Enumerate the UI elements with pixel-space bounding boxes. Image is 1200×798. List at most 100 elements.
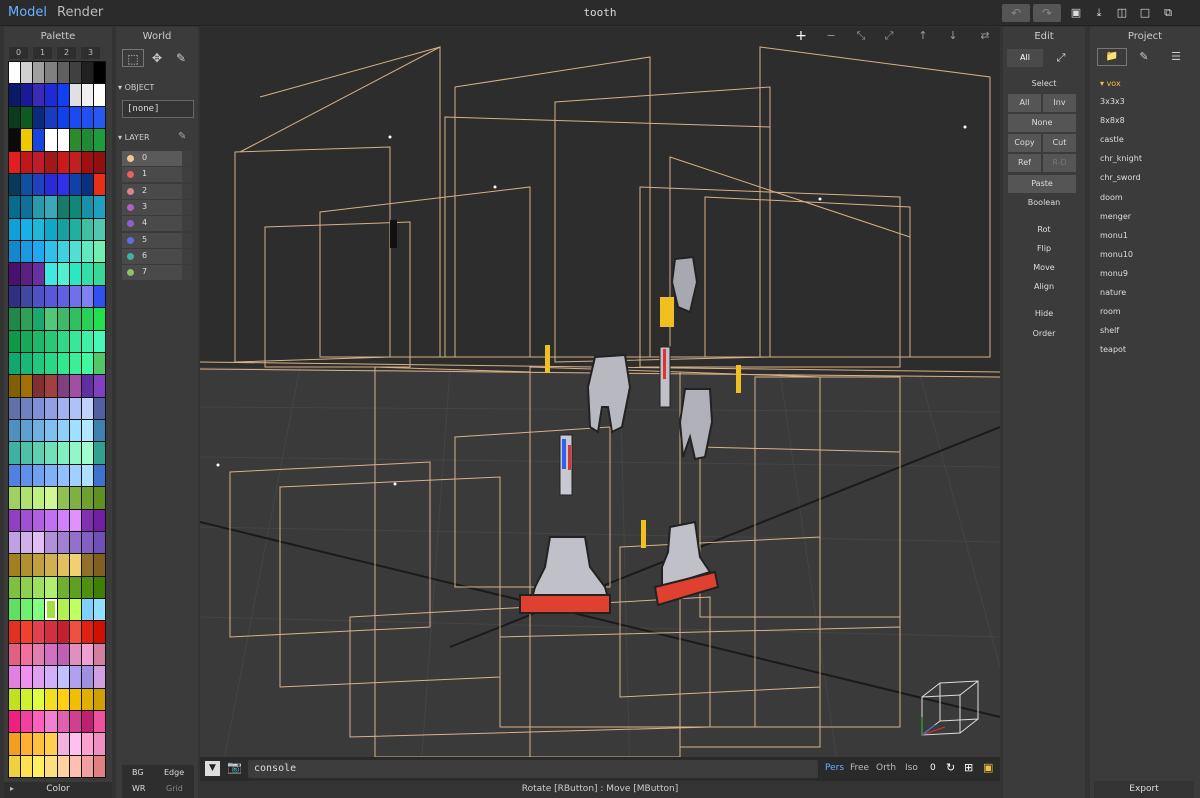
palette-swatch[interactable] [93,621,105,643]
layer-visibility-toggle[interactable] [182,248,192,264]
palette-swatch[interactable] [21,375,33,397]
palette-swatch[interactable] [45,106,57,129]
palette-swatch[interactable] [57,554,69,576]
palette-swatch[interactable] [93,710,105,733]
redo-icon[interactable]: ↷ [1033,4,1061,22]
hide-button[interactable]: Hide [1003,309,1085,318]
palette-swatch[interactable] [57,375,69,397]
project-file-item[interactable]: 8x8x8 [1100,116,1125,125]
palette-swatch[interactable] [57,263,69,285]
project-file-item[interactable]: nature [1100,288,1126,297]
layer-color-dot[interactable] [127,269,134,277]
project-file-item[interactable]: 3x3x3 [1100,97,1125,106]
new-file-icon[interactable]: □ [1137,4,1153,22]
palette-swatch[interactable] [45,352,57,375]
palette-swatch[interactable] [69,643,81,666]
list-tab-icon[interactable]: ☰ [1161,48,1191,66]
palette-swatch[interactable] [21,733,33,755]
palette-swatch[interactable] [57,420,69,442]
palette-swatch[interactable] [81,330,93,352]
palette-swatch[interactable] [45,621,57,643]
palette-swatch[interactable] [81,196,93,218]
palette-swatch[interactable] [9,621,21,643]
palette-swatch[interactable] [21,218,33,240]
palette-swatch[interactable] [9,263,21,285]
palette-swatch[interactable] [45,576,57,598]
palette-swatch[interactable] [9,688,21,710]
palette-swatch[interactable] [21,554,33,576]
layer-color-dot[interactable] [127,155,134,162]
layer-visibility-toggle[interactable] [182,183,192,199]
layer-section-header[interactable]: ▾ LAYER [118,133,150,142]
project-file-item[interactable]: chr_knight [1100,154,1142,163]
palette-swatch[interactable] [69,464,81,487]
layer-color-dot[interactable] [127,187,134,195]
palette-swatch[interactable] [81,531,93,554]
palette-swatch[interactable] [21,666,33,688]
select-all-button[interactable]: All [1008,94,1041,112]
palette-swatch[interactable] [81,733,93,755]
layer-color-dot[interactable] [127,236,134,244]
palette-swatch[interactable] [93,375,105,397]
palette-swatch[interactable] [93,330,105,352]
palette-swatch[interactable] [81,710,93,733]
palette-swatch[interactable] [21,688,33,710]
palette-swatch[interactable] [69,509,81,531]
palette-swatch[interactable] [45,509,57,531]
palette-swatch[interactable] [9,554,21,576]
palette-swatch[interactable] [33,621,45,643]
palette-swatch[interactable] [57,621,69,643]
layer-visibility-toggle[interactable] [182,232,192,248]
palette-swatch[interactable] [69,196,81,218]
palette-swatch[interactable] [69,554,81,576]
palette-swatch[interactable] [81,599,93,621]
palette-swatch[interactable] [33,688,45,710]
palette-swatch[interactable] [69,62,81,84]
palette-swatch[interactable] [45,218,57,240]
palette-swatch[interactable] [45,643,57,666]
palette-swatch[interactable] [9,576,21,598]
palette-swatch[interactable] [93,352,105,375]
collapse-icon[interactable]: ⤢ [876,27,902,45]
palette-swatch[interactable] [81,62,93,84]
swap-icon[interactable]: ⇄ [972,27,998,45]
palette-swatch[interactable] [33,442,45,464]
boolean-button[interactable]: Boolean [1003,198,1085,207]
layer-row[interactable]: 5 [122,232,192,248]
rotate-reset-icon[interactable]: ↻ [946,761,955,774]
palette-swatch[interactable] [57,218,69,240]
arrow-up-icon[interactable]: ↑ [910,27,936,45]
palette-swatch[interactable] [9,308,21,330]
palette-swatch[interactable] [69,218,81,240]
grid-toggle[interactable]: Grid [166,784,183,793]
palette-swatch[interactable] [81,375,93,397]
palette-swatch[interactable] [45,755,57,777]
palette-swatch[interactable] [93,241,105,263]
palette-swatch[interactable] [9,487,21,509]
palette-swatch[interactable] [57,285,69,308]
minus-icon[interactable]: − [818,27,844,45]
palette-swatch[interactable] [57,196,69,218]
palette-swatch[interactable] [93,531,105,554]
select-box-icon[interactable]: ⬚ [122,49,144,67]
palette-swatch[interactable] [33,106,45,129]
project-file-item[interactable]: monu9 [1100,269,1128,278]
palette-swatch[interactable] [33,129,45,151]
palette-swatch[interactable] [57,62,69,84]
palette-swatch[interactable] [57,710,69,733]
select-inv-button[interactable]: Inv [1043,94,1076,112]
project-file-item[interactable]: chr_sword [1100,173,1141,182]
palette-swatch[interactable] [21,397,33,419]
palette-swatch[interactable] [93,666,105,688]
palette-swatch[interactable] [45,263,57,285]
open-folder-icon[interactable]: ◫ [1114,4,1130,22]
brush-tab-icon[interactable]: ✎ [1129,48,1159,66]
palette-swatch[interactable] [21,599,33,621]
palette-swatch[interactable] [69,688,81,710]
palette-swatch[interactable] [21,509,33,531]
save-icon[interactable]: ▣ [1068,4,1084,22]
palette-swatch[interactable] [33,84,45,106]
palette-swatch[interactable] [9,643,21,666]
palette-swatch[interactable] [33,196,45,218]
layer-row[interactable]: 6 [122,248,192,264]
